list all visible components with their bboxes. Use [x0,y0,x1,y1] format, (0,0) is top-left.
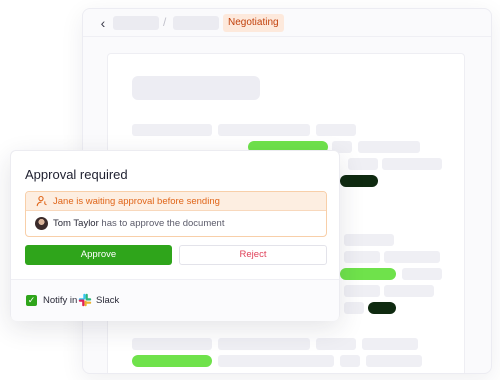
text-placeholder [344,234,394,246]
doc-title-placeholder [132,76,260,100]
document-topbar: ‹ / Negotiating [83,9,491,37]
text-placeholder [218,338,310,350]
text-placeholder [218,355,334,367]
text-placeholder [340,355,360,367]
text-placeholder [132,338,212,350]
reject-button[interactable]: Reject [179,245,327,265]
text-placeholder [344,302,364,314]
text-placeholder [344,285,380,297]
highlighted-field-dark [368,302,396,314]
avatar [35,217,48,230]
waiting-banner: Jane is waiting approval before sending [26,192,326,211]
text-placeholder [402,268,442,280]
text-placeholder [132,124,212,136]
waiting-text: Jane is waiting approval before sending [53,196,220,207]
highlighted-field [132,355,212,367]
text-placeholder [366,355,422,367]
text-placeholder [218,124,310,136]
approval-card: Approval required Jane is waiting approv… [10,150,340,321]
check-icon: ✓ [27,295,36,305]
chevron-left-icon: ‹ [100,15,106,31]
breadcrumb-item-placeholder[interactable] [113,16,159,30]
slack-icon [78,293,92,307]
notify-checkbox[interactable]: ✓ [26,295,37,306]
back-button[interactable]: ‹ [95,15,111,31]
approval-notice: Jane is waiting approval before sending … [25,191,327,237]
text-placeholder [362,338,418,350]
text-placeholder [316,124,356,136]
approve-button[interactable]: Approve [25,245,172,265]
approver-line: Tom Taylor has to approve the document [53,218,224,229]
text-placeholder [344,251,380,263]
text-placeholder [382,158,442,170]
text-placeholder [348,158,378,170]
approval-title: Approval required [25,167,128,182]
notify-label: Notify in [43,295,78,306]
breadcrumb-item-placeholder[interactable] [173,16,219,30]
text-placeholder [358,141,420,153]
text-placeholder [384,285,434,297]
breadcrumb-separator: / [163,15,167,29]
slack-label: Slack [96,295,120,306]
approver-suffix: has to approve the document [98,218,225,229]
user-clock-icon [36,195,47,207]
text-placeholder [384,251,440,263]
status-badge: Negotiating [223,14,284,32]
approver-name: Tom Taylor [53,218,99,229]
highlighted-field-dark [340,175,378,187]
notify-footer: ✓ Notify in Slack [11,279,339,321]
text-placeholder [316,338,356,350]
highlighted-field [340,268,396,280]
